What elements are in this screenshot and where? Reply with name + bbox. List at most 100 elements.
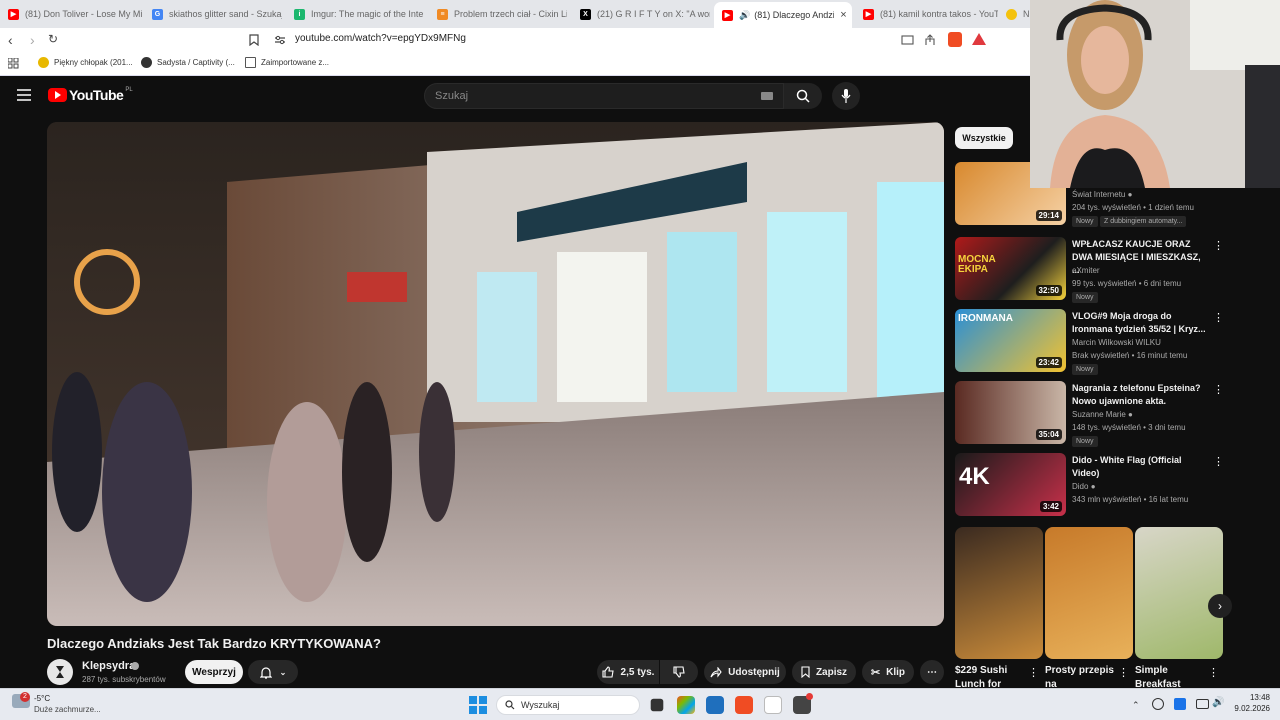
chevron-up-icon[interactable]: ⌃: [1132, 700, 1140, 711]
tab-label: (81) kamil kontra takos - YouTu: [880, 9, 998, 19]
windows-taskbar: 2 -5°C Duże zachmurze... Wyszukaj ⌃ 🔊 13…: [0, 688, 1280, 720]
browser-tab[interactable]: ▶ (81) kamil kontra takos - YouTu: [863, 4, 998, 24]
short-thumbnail[interactable]: [1135, 527, 1223, 659]
save-label: Zapisz: [815, 666, 848, 678]
youtube-header: YouTube PL Szukaj: [0, 76, 1030, 116]
recommended-video[interactable]: IRONMANA 23:42 VLOG#9 Moja droga do Iron…: [955, 309, 1225, 375]
save-button[interactable]: Zapisz: [792, 660, 856, 684]
keyboard-icon[interactable]: [761, 92, 773, 100]
weather-temp[interactable]: -5°C: [34, 694, 50, 703]
bookmark-folder[interactable]: Zaimportowane z...: [245, 57, 329, 68]
youtube-play-logo-icon: [48, 88, 67, 102]
share-icon[interactable]: [924, 34, 936, 46]
video-thumbnail: 4K 3:42: [955, 453, 1066, 516]
brave-browser-icon[interactable]: [735, 696, 753, 714]
browser-tab-active[interactable]: ▶ 🔊 (81) Dlaczego Andziaks ×: [714, 2, 852, 28]
clock-date[interactable]: 9.02.2026: [1226, 704, 1270, 713]
search-input[interactable]: Szukaj: [424, 83, 784, 109]
browser-tab[interactable]: X (21) G R I F T Y on X: "A woma: [580, 4, 710, 24]
bell-icon: [259, 666, 272, 679]
view-meta: 204 tys. wyświetleń • 1 dzień temu: [1072, 203, 1194, 212]
tab-label: (81) Don Toliver - Lose My Mi: [25, 9, 143, 19]
support-button[interactable]: Wesprzyj: [185, 660, 243, 684]
channel-avatar[interactable]: [47, 659, 73, 685]
new-badge: Nowy: [1072, 292, 1098, 303]
bookmark-item[interactable]: Sadysta / Captivity (...: [141, 57, 235, 68]
chevron-down-icon: ⌄: [279, 667, 287, 677]
video-thumbnail: 35:04: [955, 381, 1066, 444]
video-frame-street-scene: [47, 122, 944, 626]
thumbnail-text: IRONMANA: [958, 313, 1013, 324]
short-thumbnail[interactable]: [955, 527, 1043, 659]
more-actions-button[interactable]: ⋯: [920, 660, 944, 684]
recommended-video[interactable]: 35:04 Nagrania z telefonu Epsteina? Nowo…: [955, 381, 1225, 447]
shorts-next-button[interactable]: ›: [1208, 594, 1232, 618]
channel-name-label: Suzanne Marie: [1072, 410, 1126, 419]
network-icon[interactable]: [1152, 698, 1164, 710]
dubbing-badge: Z dubbingiem automaty...: [1100, 216, 1187, 227]
brave-shield-icon[interactable]: [948, 32, 962, 47]
reload-icon[interactable]: ↻: [48, 32, 58, 46]
weather-badge: 2: [20, 692, 30, 702]
back-icon[interactable]: ‹: [8, 32, 13, 48]
more-vertical-icon[interactable]: ⋮: [1213, 455, 1224, 469]
bookmark-icon[interactable]: [249, 34, 259, 46]
view-meta: Brak wyświetleń • 16 minut temu: [1072, 351, 1188, 360]
video-thumbnail: IRONMANA 23:42: [955, 309, 1066, 372]
book-favicon-icon: ≡: [437, 8, 448, 20]
close-tab-icon[interactable]: ×: [840, 9, 846, 21]
address-bar-row: ‹ › ↻ youtube.com/watch?v=epgYDx9MFNg: [0, 28, 1030, 52]
browser-tab[interactable]: i Imgur: The magic of the Interne: [294, 4, 424, 24]
imgur-favicon-icon: i: [294, 8, 305, 20]
windows-start-icon[interactable]: [469, 696, 487, 714]
more-vertical-icon[interactable]: ⋮: [1118, 666, 1129, 679]
browser-tab[interactable]: G skiathos glitter sand - Szukaj w: [152, 4, 282, 24]
more-vertical-icon[interactable]: ⋮: [1213, 311, 1224, 325]
clip-label: Klip: [886, 666, 906, 678]
more-vertical-icon[interactable]: ⋮: [1213, 239, 1224, 253]
store-icon[interactable]: [706, 696, 724, 714]
task-view-icon[interactable]: [650, 698, 664, 712]
hamburger-menu-icon[interactable]: [17, 89, 31, 101]
apps-grid-icon[interactable]: [8, 58, 19, 69]
clock-time[interactable]: 13:48: [1232, 693, 1270, 702]
recommended-video[interactable]: 4K 3:42 Dido - White Flag (Official Vide…: [955, 453, 1225, 517]
speaker-icon[interactable]: 🔊: [739, 10, 750, 21]
recommended-video[interactable]: MOCNA EKIPA 32:50 WPŁACASZ KAUCJE ORAZ D…: [955, 237, 1225, 303]
new-badge: Nowy: [1072, 216, 1098, 227]
scissors-icon: ✂: [870, 666, 881, 679]
weather-desc[interactable]: Duże zachmurze...: [34, 705, 101, 714]
more-vertical-icon[interactable]: ⋮: [1213, 383, 1224, 397]
video-duration: 23:42: [1035, 357, 1062, 368]
files-icon[interactable]: [764, 696, 782, 714]
short-thumbnail[interactable]: [1045, 527, 1133, 659]
search-button[interactable]: [784, 83, 822, 109]
voice-search-button[interactable]: [832, 82, 860, 110]
channel-name[interactable]: Klepsydra: [82, 660, 135, 672]
brave-rewards-icon[interactable]: [972, 33, 986, 45]
chip-all[interactable]: Wszystkie: [955, 127, 1013, 149]
clip-button[interactable]: ✂ Klip: [862, 660, 914, 684]
url-field[interactable]: youtube.com/watch?v=epgYDx9MFNg: [295, 33, 466, 44]
like-button[interactable]: 2,5 tys.: [597, 660, 659, 684]
taskbar-search[interactable]: Wyszukaj: [496, 695, 640, 715]
browser-tab[interactable]: ▶ (81) Don Toliver - Lose My Mi: [8, 4, 143, 24]
view-meta: 99 tys. wyświetleń • 6 dni temu: [1072, 279, 1182, 288]
dislike-button[interactable]: [660, 660, 698, 684]
share-button[interactable]: Udostępnij: [704, 660, 786, 684]
youtube-logo[interactable]: YouTube PL: [48, 87, 133, 103]
bookmark-item[interactable]: Piękny chłopak (201...: [38, 57, 133, 68]
meet-icon[interactable]: [1174, 698, 1186, 710]
notifications-button[interactable]: ⌄: [248, 660, 298, 684]
copilot-icon[interactable]: [677, 696, 695, 714]
forward-icon[interactable]: ›: [30, 32, 35, 48]
more-vertical-icon[interactable]: ⋮: [1208, 666, 1219, 679]
site-settings-icon[interactable]: [274, 35, 286, 45]
more-vertical-icon[interactable]: ⋮: [1028, 666, 1039, 679]
monitor-icon[interactable]: [1196, 699, 1209, 709]
video-player[interactable]: [47, 122, 944, 626]
cast-icon[interactable]: [901, 35, 914, 45]
browser-tab[interactable]: ≡ Problem trzech ciał - Cixin Liu: [437, 4, 567, 24]
volume-icon[interactable]: 🔊: [1212, 697, 1224, 708]
browser-tab[interactable]: Ni: [1006, 4, 1030, 24]
